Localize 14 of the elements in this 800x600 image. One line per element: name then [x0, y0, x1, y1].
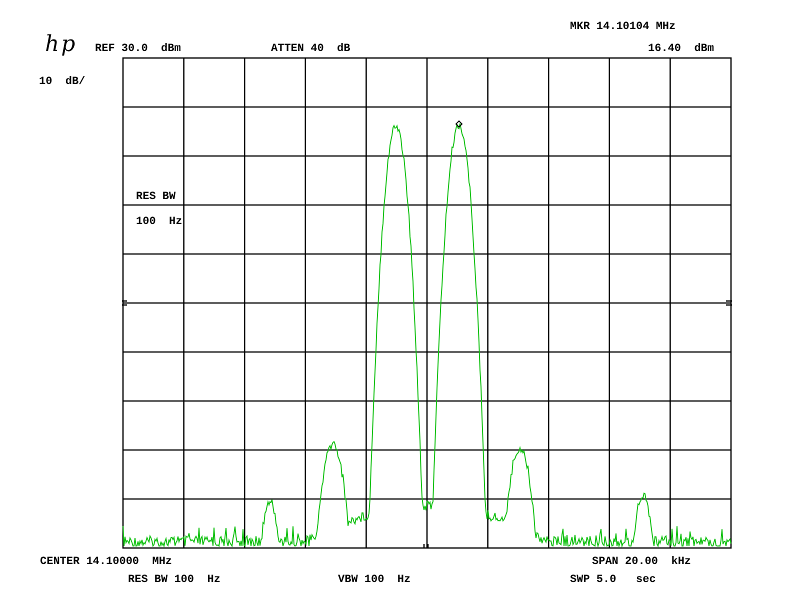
sweep-time: SWP 5.0 sec — [570, 573, 656, 587]
frequency-span: SPAN 20.00 kHz — [592, 555, 692, 569]
reference-level: REF 30.0 dBm — [95, 42, 182, 56]
video-bandwidth: VBW 100 Hz — [338, 573, 412, 587]
attenuation: ATTEN 40 dB — [271, 42, 352, 56]
center-frequency: CENTER 14.10000 MHz — [40, 555, 174, 569]
annotation-label: RES BW — [136, 190, 176, 204]
scale-label: 10 dB/ — [39, 76, 86, 88]
logo: hp — [45, 34, 78, 56]
marker-icon — [455, 120, 463, 128]
annotation-value: 100 Hz — [136, 215, 182, 229]
resolution-bandwidth: RES BW 100 Hz — [128, 573, 222, 587]
marker-amplitude: 16.40 dBm — [648, 42, 714, 56]
marker-frequency: MKR 14.10104 MHz — [570, 20, 676, 34]
